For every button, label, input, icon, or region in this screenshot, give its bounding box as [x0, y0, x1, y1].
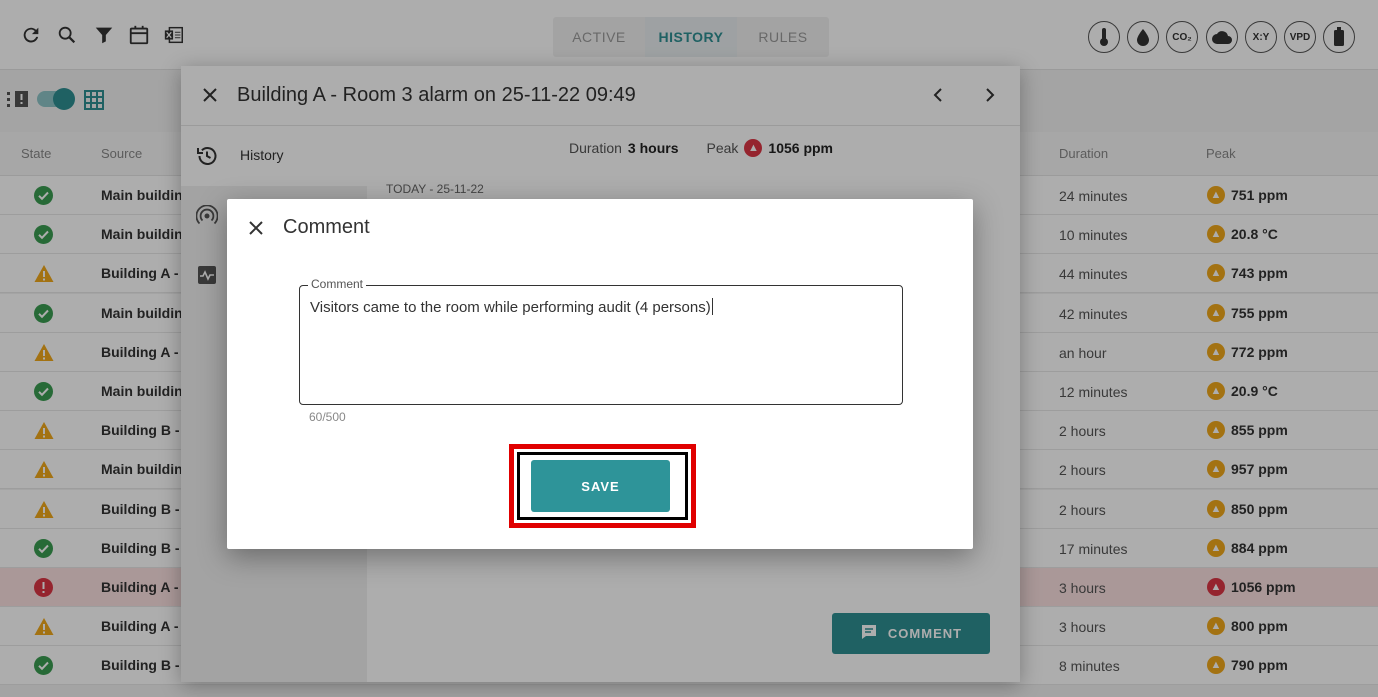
character-counter: 60/500 [309, 410, 346, 424]
close-icon[interactable] [247, 219, 267, 239]
comment-textarea[interactable]: Visitors came to the room while performi… [310, 298, 713, 316]
modal-title: Comment [283, 216, 370, 238]
text-caret [711, 298, 713, 315]
comment-text: Visitors came to the room while performi… [310, 299, 711, 316]
save-button[interactable]: SAVE [531, 460, 670, 512]
comment-field[interactable]: Comment Visitors came to the room while … [299, 277, 903, 405]
comment-modal: Comment Comment Visitors came to the roo… [227, 199, 973, 549]
comment-field-label: Comment [308, 277, 367, 291]
